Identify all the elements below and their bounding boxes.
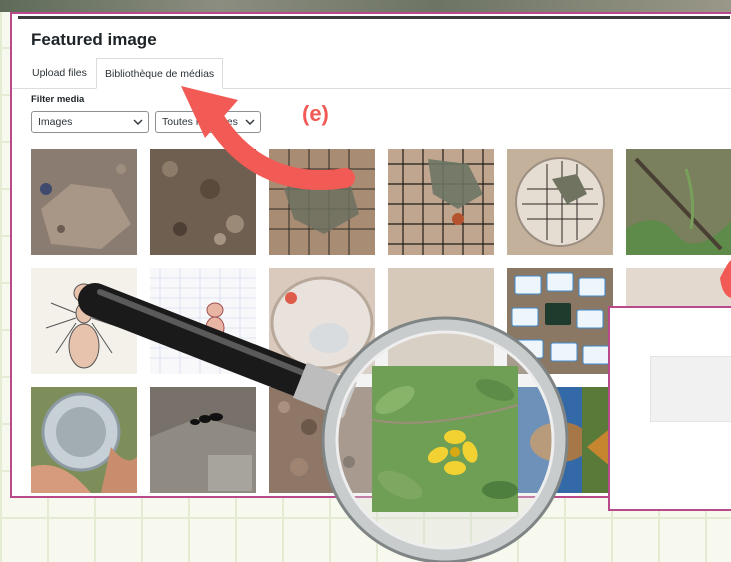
red-marker-icon — [720, 260, 731, 298]
flower-photo — [371, 366, 519, 512]
annotation-label: (e) — [302, 101, 329, 126]
magnifying-glass-icon — [78, 283, 569, 562]
